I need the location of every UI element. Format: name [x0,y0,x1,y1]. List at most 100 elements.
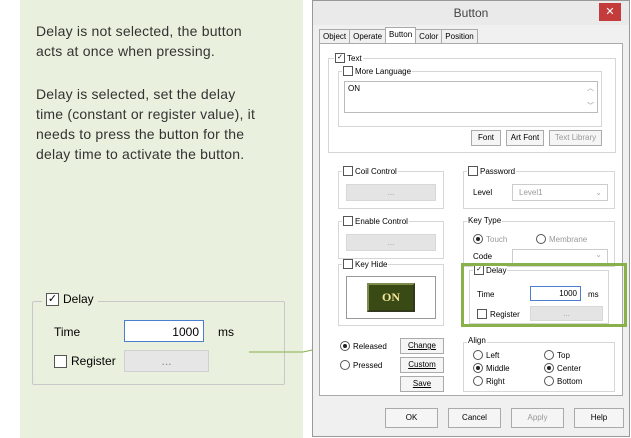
note-line: needs to press the button for the [36,126,245,142]
scroll-down-icon[interactable]: ﹀ [587,101,594,111]
align-bottom-option[interactable]: Bottom [544,376,582,386]
tab-operate[interactable]: Operate [349,29,387,43]
font-button[interactable]: Font [471,130,501,146]
art-font-button[interactable]: Art Font [506,130,544,146]
zoomed-unit-label: ms [218,325,234,339]
zoomed-delay-checkbox[interactable]: ✓ [46,292,59,306]
zoomed-delay-legend: ✓ Delay [42,292,98,306]
zoomed-register-checkbox[interactable] [54,354,67,368]
membrane-label: Membrane [549,234,588,244]
close-icon[interactable]: ✕ [599,3,621,21]
note-delay: Delay is selected, set the delay time (c… [36,84,255,164]
key-hide-legend[interactable]: Key Hide [342,259,389,269]
text-value-field[interactable]: ON ︿ ﹀ [344,81,598,113]
note-line: acts at once when pressing. [36,43,215,59]
code-select[interactable]: ⌄ [512,249,608,264]
align-center-option[interactable]: Center [544,363,581,373]
coil-control-button[interactable]: ... [346,184,436,201]
text-checkbox[interactable]: ✓ [335,53,345,63]
code-label: Code [473,252,493,261]
scroll-up-icon[interactable]: ︿ [587,83,594,93]
align-left-option[interactable]: Left [473,350,499,360]
more-language-checkbox[interactable] [343,66,353,76]
align-top-radio[interactable] [544,350,554,360]
password-checkbox[interactable] [468,166,478,176]
coil-control-legend[interactable]: Coil Control [342,166,398,176]
released-radio[interactable] [340,341,350,351]
released-label: Released [353,341,387,351]
enable-control-label: Enable Control [355,216,408,226]
button-dialog: Button ✕ Object Operate Button Color Pos… [312,0,630,437]
key-type-label: Key Type [468,216,502,225]
zoomed-register-option[interactable]: Register [54,354,116,368]
membrane-radio[interactable] [536,234,546,244]
align-right-option[interactable]: Right [473,376,505,386]
note-line: time (constant or register value), it [36,106,256,122]
zoomed-register-label: Register [71,354,116,368]
membrane-option[interactable]: Membrane [536,234,587,244]
tab-bar: Object Operate Button Color Position [319,27,478,43]
coil-control-checkbox[interactable] [343,166,353,176]
note-line: delay time to activate the button. [36,146,245,162]
help-button[interactable]: Help [574,408,624,428]
ok-button[interactable]: OK [385,408,438,428]
chevron-down-icon: ⌄ [595,188,602,197]
align-right-radio[interactable] [473,376,483,386]
key-hide-label: Key Hide [355,259,388,269]
cancel-button[interactable]: Cancel [448,408,501,428]
dialog-title: Button [453,6,489,20]
enable-control-checkbox[interactable] [343,216,353,226]
apply-button[interactable]: Apply [511,408,564,428]
tab-content: ✓ Text More Language ON ︿ ﹀ Font Art Fon… [319,43,623,396]
button-preview-frame: ON [346,276,436,319]
more-language-legend[interactable]: More Language [342,66,413,76]
align-legend: Align [467,336,487,345]
text-group-legend[interactable]: ✓ Text [334,53,363,63]
pressed-label: Pressed [353,360,383,370]
custom-button[interactable]: Custom [400,357,444,373]
touch-option[interactable]: Touch [473,234,507,244]
align-label: Align [468,336,486,345]
level-label: Level [473,188,493,197]
released-option[interactable]: Released [340,341,387,351]
level-value: Level1 [519,188,543,197]
enable-control-legend[interactable]: Enable Control [342,216,409,226]
align-left-label: Left [486,350,500,360]
zoomed-delay-frame [32,301,285,385]
key-hide-checkbox[interactable] [343,259,353,269]
change-button[interactable]: Change [400,338,444,354]
align-bottom-label: Bottom [557,376,583,386]
text-label: Text [347,53,362,63]
tab-object[interactable]: Object [319,29,351,43]
level-select[interactable]: Level1 ⌄ [512,184,608,201]
note-no-delay: Delay is not selected, the button acts a… [36,21,242,61]
tab-color[interactable]: Color [415,29,443,43]
button-preview: ON [367,283,415,312]
align-middle-radio[interactable] [473,363,483,373]
align-middle-option[interactable]: Middle [473,363,510,373]
password-label: Password [480,166,516,176]
password-legend[interactable]: Password [467,166,517,176]
note-line: Delay is not selected, the button [36,23,242,39]
zoomed-register-button[interactable]: ... [124,350,209,372]
delay-highlight [461,263,627,327]
zoomed-delay-group: ✓ Delay Time 1000 ms Register ... [32,292,285,385]
pressed-radio[interactable] [340,360,350,370]
tab-position[interactable]: Position [441,29,478,43]
align-center-label: Center [557,363,582,373]
tab-button[interactable]: Button [385,27,417,43]
align-center-radio[interactable] [544,363,554,373]
zoomed-delay-label: Delay [63,292,94,306]
align-left-radio[interactable] [473,350,483,360]
text-value: ON [348,84,360,93]
note-line: Delay is selected, set the delay [36,86,236,102]
dialog-titlebar: Button [313,1,629,25]
text-library-button[interactable]: Text Library [549,130,602,146]
save-button[interactable]: Save [400,376,444,392]
zoomed-time-input[interactable]: 1000 [124,320,204,342]
align-bottom-radio[interactable] [544,376,554,386]
align-top-option[interactable]: Top [544,350,570,360]
touch-radio[interactable] [473,234,483,244]
enable-control-button[interactable]: ... [346,234,436,251]
pressed-option[interactable]: Pressed [340,360,382,370]
